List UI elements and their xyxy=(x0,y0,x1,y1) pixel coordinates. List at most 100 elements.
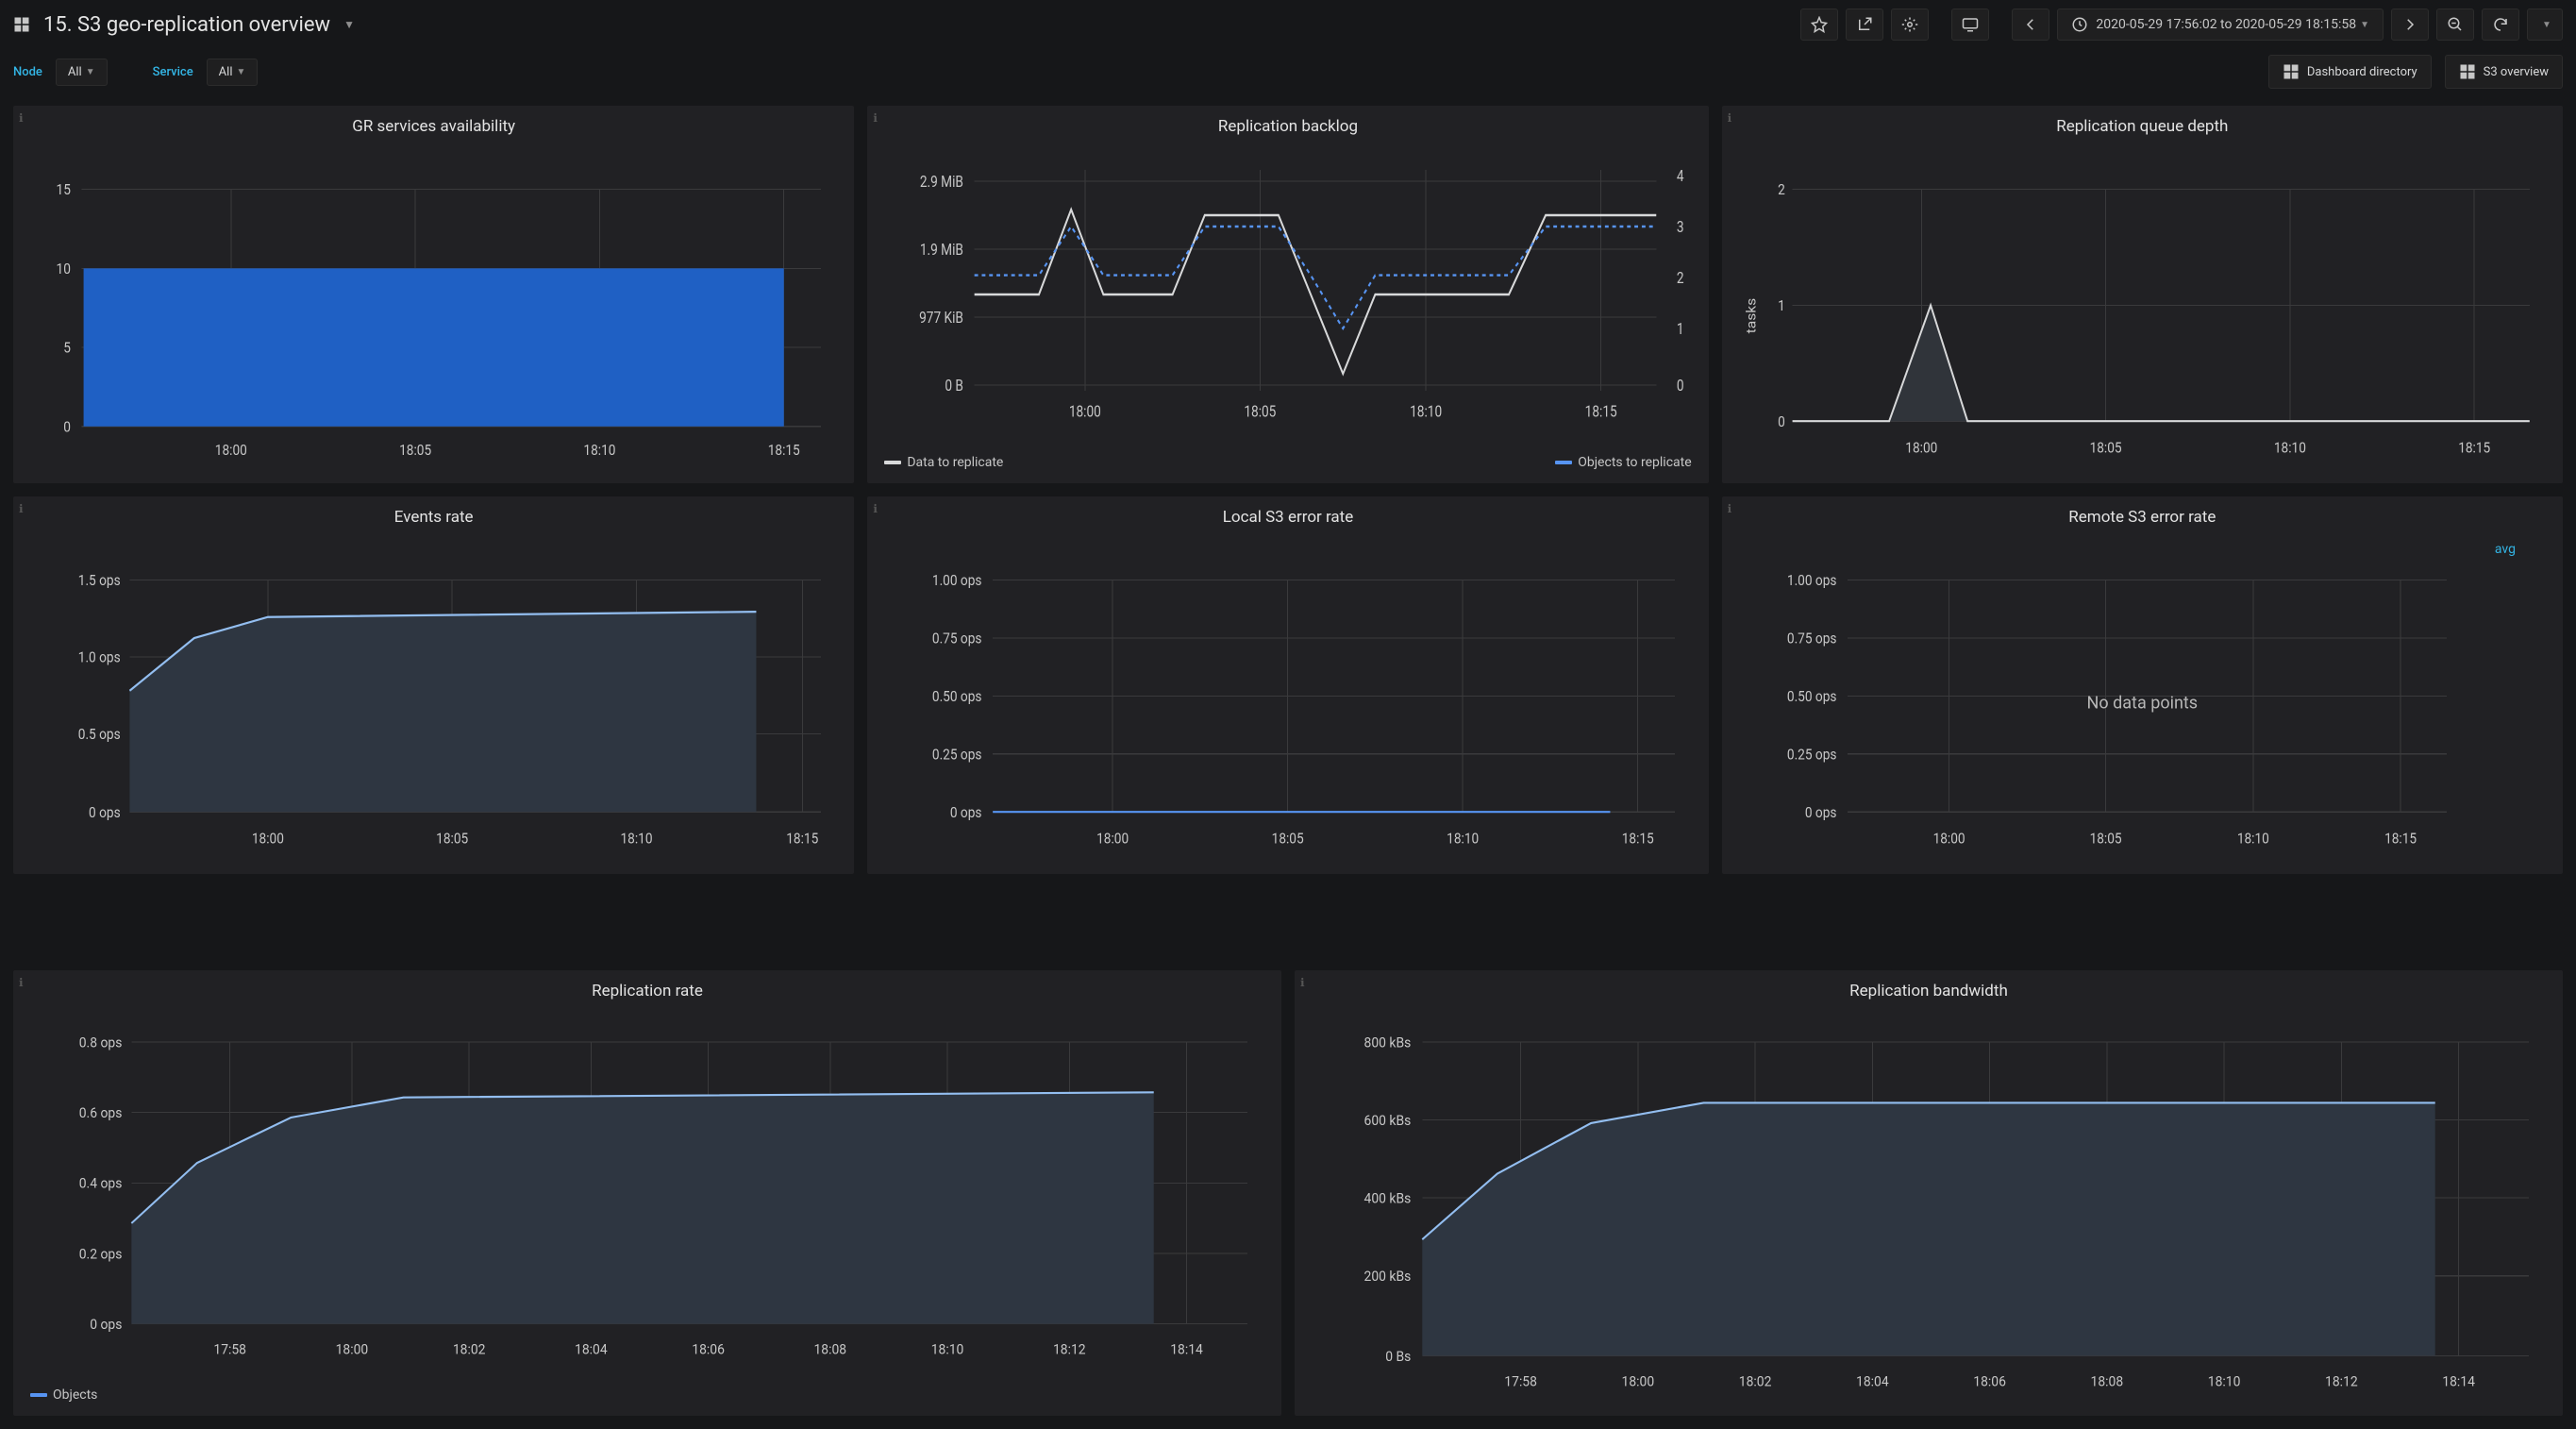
legend-label: Objects xyxy=(53,1387,97,1403)
svg-text:2.9 MiB: 2.9 MiB xyxy=(920,173,963,192)
dashboard-title[interactable]: 15. S3 geo-replication overview xyxy=(43,13,330,37)
svg-text:0 Bs: 0 Bs xyxy=(1385,1348,1411,1365)
caret-down-icon: ▼ xyxy=(2542,20,2551,30)
svg-text:0.4 ops: 0.4 ops xyxy=(79,1175,123,1192)
share-button[interactable] xyxy=(1846,8,1883,41)
link-label: S3 overview xyxy=(2484,65,2549,79)
svg-text:0.5 ops: 0.5 ops xyxy=(78,725,121,743)
svg-text:0.8 ops: 0.8 ops xyxy=(79,1034,123,1051)
legend: Data to replicate Objects to replicate xyxy=(867,451,1708,483)
refresh-button[interactable] xyxy=(2482,8,2519,41)
info-icon[interactable]: ℹ xyxy=(19,502,24,515)
tv-mode-button[interactable] xyxy=(1951,8,1989,41)
panel-remote-s3-error[interactable]: ℹ Remote S3 error rate avg 1.00 ops 0.75… xyxy=(1722,496,2563,874)
svg-text:2: 2 xyxy=(1778,180,1785,198)
star-icon xyxy=(1811,16,1828,33)
info-icon[interactable]: ℹ xyxy=(873,111,878,125)
chart-gr-services: 15 10 5 0 18:00 18:05 18:10 18:15 xyxy=(28,147,839,474)
svg-text:17:58: 17:58 xyxy=(213,1341,246,1358)
title-caret-icon[interactable]: ▼ xyxy=(343,18,355,31)
settings-button[interactable] xyxy=(1891,8,1929,41)
legend-item[interactable]: Data to replicate xyxy=(884,455,1003,470)
var-service-value: All xyxy=(219,65,233,79)
info-icon[interactable]: ℹ xyxy=(19,976,24,989)
time-back-button[interactable] xyxy=(2012,8,2049,41)
svg-text:18:10: 18:10 xyxy=(1410,402,1442,421)
svg-text:18:12: 18:12 xyxy=(2325,1373,2358,1390)
svg-text:0 ops: 0 ops xyxy=(90,1317,122,1334)
svg-text:3: 3 xyxy=(1677,218,1684,237)
time-forward-button[interactable] xyxy=(2391,8,2429,41)
svg-text:18:05: 18:05 xyxy=(2089,439,2121,457)
svg-text:0.25 ops: 0.25 ops xyxy=(1787,745,1837,763)
var-service-select[interactable]: All ▼ xyxy=(207,59,259,86)
svg-text:200 kBs: 200 kBs xyxy=(1364,1269,1412,1286)
svg-text:18:05: 18:05 xyxy=(436,830,468,848)
chart-local-error: 1.00 ops 0.75 ops 0.50 ops 0.25 ops 0 op… xyxy=(882,538,1693,865)
var-node-value: All xyxy=(68,65,82,79)
info-icon[interactable]: ℹ xyxy=(1728,502,1732,515)
zoom-out-button[interactable] xyxy=(2436,8,2474,41)
svg-text:10: 10 xyxy=(57,260,71,277)
star-button[interactable] xyxy=(1800,8,1838,41)
svg-text:0 ops: 0 ops xyxy=(89,803,121,821)
svg-text:5: 5 xyxy=(63,339,71,357)
time-range-picker[interactable]: 2020-05-29 17:56:02 to 2020-05-29 18:15:… xyxy=(2057,8,2384,41)
svg-text:0.2 ops: 0.2 ops xyxy=(79,1246,123,1263)
panel-gr-services[interactable]: ℹ GR services availability 15 10 5 0 18:… xyxy=(13,106,854,483)
svg-text:1.5 ops: 1.5 ops xyxy=(78,571,121,589)
svg-text:1.00 ops: 1.00 ops xyxy=(1787,571,1837,589)
panel-replication-backlog[interactable]: ℹ Replication backlog 2.9 MiB 1.9 MiB 97… xyxy=(867,106,1708,483)
svg-text:18:10: 18:10 xyxy=(2208,1373,2241,1390)
info-icon[interactable]: ℹ xyxy=(1728,111,1732,125)
svg-text:15: 15 xyxy=(57,180,71,198)
svg-text:0.6 ops: 0.6 ops xyxy=(79,1105,123,1122)
svg-text:18:12: 18:12 xyxy=(1053,1341,1086,1358)
svg-text:0: 0 xyxy=(63,417,71,435)
caret-down-icon: ▼ xyxy=(236,67,245,77)
dashboard-directory-link[interactable]: Dashboard directory xyxy=(2268,55,2432,89)
time-range-text: 2020-05-29 17:56:02 to 2020-05-29 18:15:… xyxy=(2096,17,2356,32)
legend-item[interactable]: Objects to replicate xyxy=(1555,455,1691,470)
panel-replication-queue-depth[interactable]: ℹ Replication queue depth tasks 2 1 0 18… xyxy=(1722,106,2563,483)
var-service-label[interactable]: Service xyxy=(153,65,193,79)
svg-text:18:15: 18:15 xyxy=(768,441,800,459)
var-node-select[interactable]: All ▼ xyxy=(56,59,108,86)
svg-text:0 ops: 0 ops xyxy=(950,803,982,821)
panel-title: Local S3 error rate xyxy=(867,496,1708,532)
svg-text:18:10: 18:10 xyxy=(1447,830,1480,848)
info-icon[interactable]: ℹ xyxy=(1300,976,1305,989)
chevron-left-icon xyxy=(2022,16,2039,33)
svg-text:800 kBs: 800 kBs xyxy=(1364,1034,1412,1051)
panel-grid: ℹ GR services availability 15 10 5 0 18:… xyxy=(0,106,2576,874)
refresh-icon xyxy=(2492,16,2509,33)
var-node-label[interactable]: Node xyxy=(13,65,42,79)
panel-replication-bandwidth[interactable]: ℹ Replication bandwidth 800 kBs 600 kBs … xyxy=(1295,970,2563,1416)
svg-text:18:00: 18:00 xyxy=(1069,402,1101,421)
svg-text:18:10: 18:10 xyxy=(620,830,652,848)
panel-title: Replication backlog xyxy=(867,106,1708,142)
panel-replication-rate[interactable]: ℹ Replication rate 0.8 ops 0.6 ops 0.4 o… xyxy=(13,970,1281,1416)
svg-text:18:10: 18:10 xyxy=(583,441,615,459)
dashboard-grid-icon[interactable] xyxy=(13,16,30,33)
svg-text:600 kBs: 600 kBs xyxy=(1364,1113,1412,1130)
panel-events-rate[interactable]: ℹ Events rate 1.5 ops 1.0 ops 0.5 ops 0 … xyxy=(13,496,854,874)
svg-text:18:00: 18:00 xyxy=(252,830,284,848)
info-icon[interactable]: ℹ xyxy=(19,111,24,125)
svg-text:18:00: 18:00 xyxy=(1096,830,1129,848)
legend-item[interactable]: Objects xyxy=(30,1387,97,1403)
info-icon[interactable]: ℹ xyxy=(873,502,878,515)
svg-text:18:05: 18:05 xyxy=(1272,830,1304,848)
variable-bar: Node All ▼ Service All ▼ Dashboard direc… xyxy=(0,49,2576,106)
s3-overview-link[interactable]: S3 overview xyxy=(2445,55,2563,89)
svg-text:18:06: 18:06 xyxy=(692,1341,725,1358)
svg-text:0.50 ops: 0.50 ops xyxy=(932,687,982,705)
svg-text:18:15: 18:15 xyxy=(2458,439,2490,457)
caret-down-icon: ▼ xyxy=(86,67,95,77)
refresh-interval-button[interactable]: ▼ xyxy=(2527,8,2563,41)
svg-text:1.9 MiB: 1.9 MiB xyxy=(920,241,963,260)
svg-text:18:02: 18:02 xyxy=(453,1341,486,1358)
link-label: Dashboard directory xyxy=(2307,65,2417,79)
svg-text:1: 1 xyxy=(1677,320,1684,339)
panel-local-s3-error[interactable]: ℹ Local S3 error rate 1.00 ops 0.75 ops … xyxy=(867,496,1708,874)
